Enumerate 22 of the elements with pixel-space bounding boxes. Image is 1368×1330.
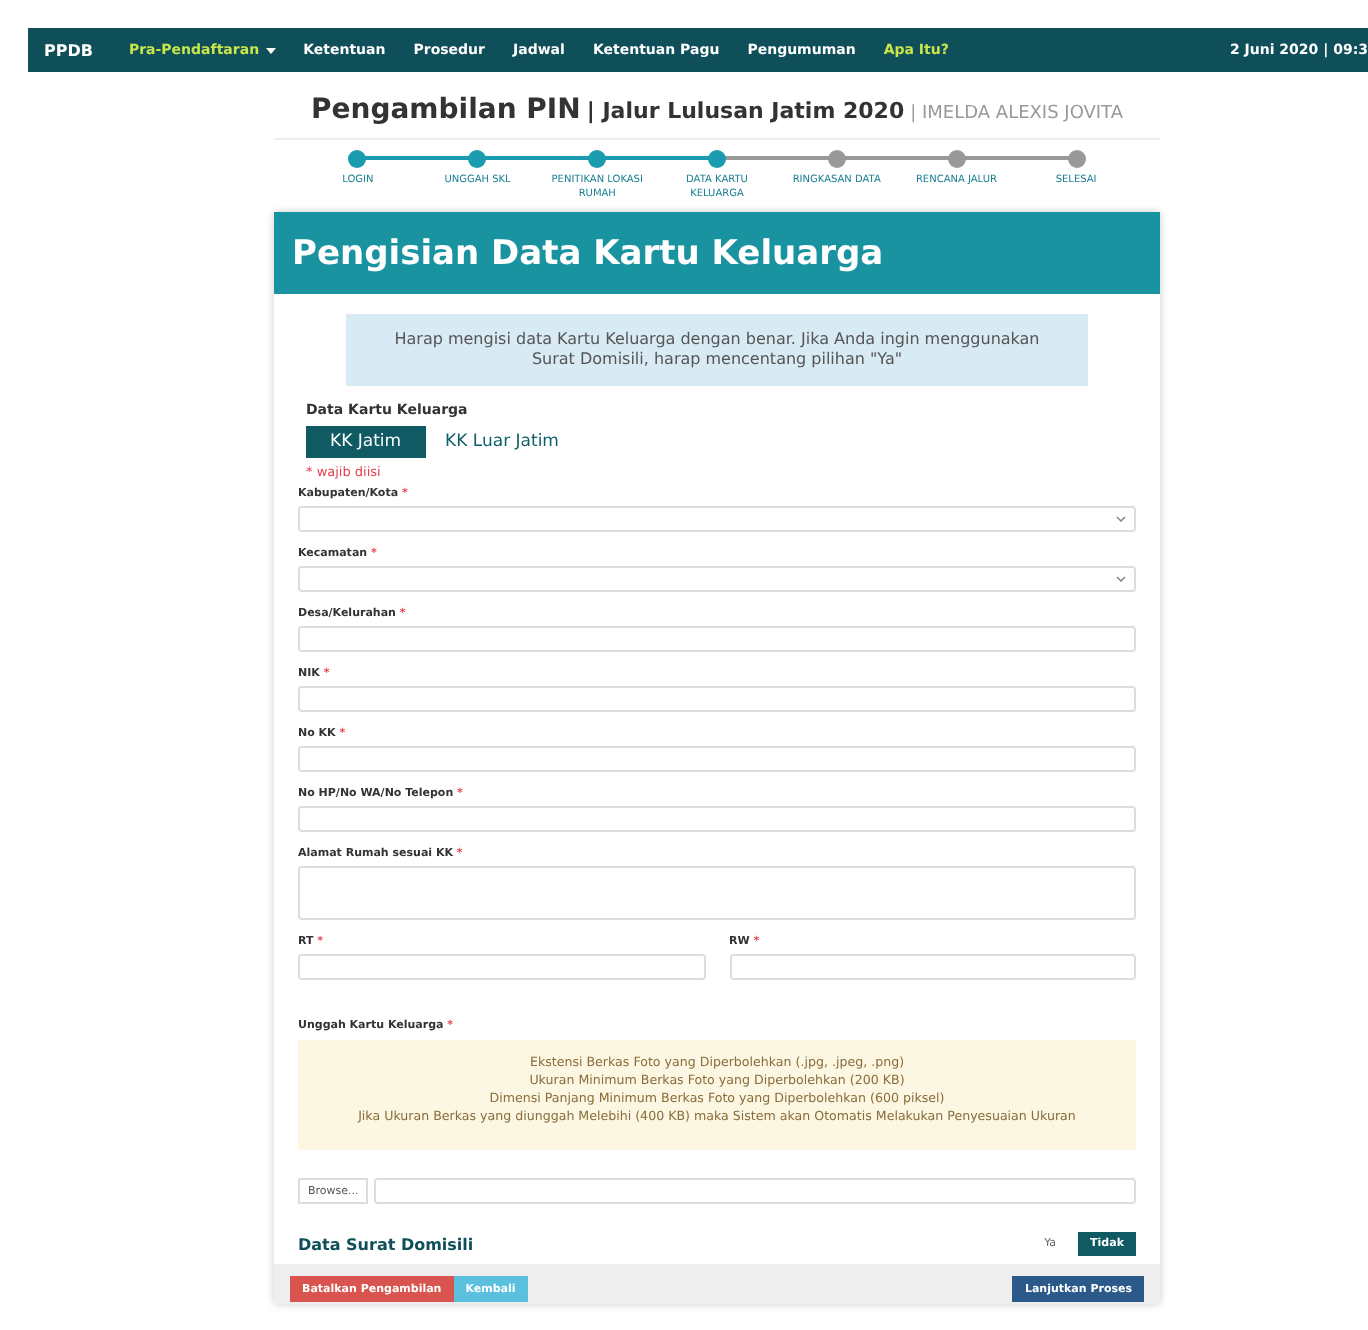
info-alert: Harap mengisi data Kartu Keluarga dengan benar. Jika Anda ingin menggunakan Surat Domisili, harap mencentang pilihan "Ya" <box>346 314 1088 386</box>
brand-logo[interactable]: PPDB <box>44 41 93 59</box>
input-field[interactable] <box>298 626 1136 652</box>
input-field[interactable] <box>298 686 1136 712</box>
user-name: | IMELDA ALEXIS JOVITA <box>910 104 1124 124</box>
file-name-field[interactable] <box>374 1178 1136 1204</box>
page-title: Pengambilan PIN <box>310 94 581 126</box>
input-field[interactable] <box>298 806 1136 832</box>
select-field[interactable] <box>298 566 1136 592</box>
section-title: Data Surat Domisili <box>298 1235 474 1253</box>
chevron-icon <box>1116 576 1126 582</box>
select-field[interactable] <box>298 506 1136 532</box>
chevron-icon <box>1116 516 1126 522</box>
input-field[interactable] <box>298 954 705 980</box>
input-field[interactable] <box>298 746 1136 772</box>
textarea-field[interactable] <box>298 866 1136 920</box>
input-field[interactable] <box>729 954 1136 980</box>
kk-tab[interactable]: KK Jatim <box>306 426 426 458</box>
caret-icon <box>265 47 276 54</box>
page-subtitle: | Jalur Lulusan Jatim 2020 <box>586 98 905 124</box>
card-title: Pengisian Data Kartu Keluarga <box>292 233 884 273</box>
kk-tab[interactable]: KK Luar Jatim <box>433 426 571 458</box>
